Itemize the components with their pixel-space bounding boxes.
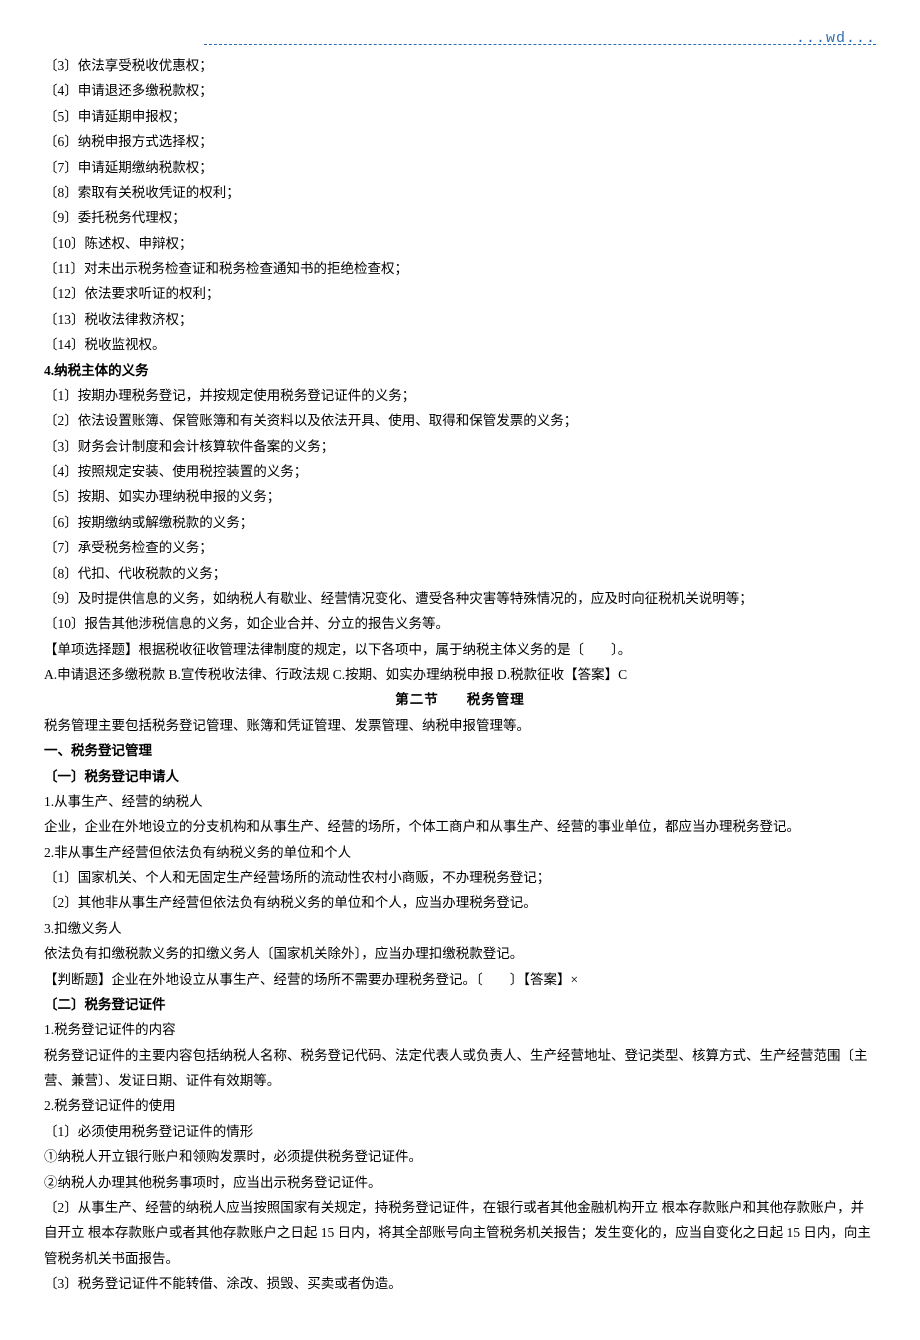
right-item-13: 〔13〕税收法律救济权； xyxy=(44,307,876,332)
cert-1-title: 1.税务登记证件的内容 xyxy=(44,1017,876,1042)
right-item-4: 〔4〕申请退还多缴税款权； xyxy=(44,78,876,103)
applicant-2-item-1: 〔1〕国家机关、个人和无固定生产经营场所的流动性农村小商贩，不办理税务登记； xyxy=(44,865,876,890)
cert-2-item-3: 〔3〕税务登记证件不能转借、涂改、损毁、买卖或者伪造。 xyxy=(44,1271,876,1296)
duty-item-5: 〔5〕按期、如实办理纳税申报的义务； xyxy=(44,484,876,509)
applicant-2-item-2: 〔2〕其他非从事生产经营但依法负有纳税义务的单位和个人，应当办理税务登记。 xyxy=(44,890,876,915)
heading-duties: 4.纳税主体的义务 xyxy=(44,358,876,383)
heading-1-2: 〔二〕税务登记证件 xyxy=(44,992,876,1017)
right-item-14: 〔14〕税收监视权。 xyxy=(44,332,876,357)
duty-item-10: 〔10〕报告其他涉税信息的义务，如企业合并、分立的报告义务等。 xyxy=(44,611,876,636)
section-2-title: 第二节 税务管理 xyxy=(44,687,876,712)
right-item-8: 〔8〕索取有关税收凭证的权利； xyxy=(44,180,876,205)
applicant-1-body: 企业，企业在外地设立的分支机构和从事生产、经营的场所，个体工商户和从事生产、经营… xyxy=(44,814,876,839)
duty-item-6: 〔6〕按期缴纳或解缴税款的义务； xyxy=(44,510,876,535)
header-watermark: ...wd... xyxy=(796,25,876,53)
cert-2-sub-1: ①纳税人开立银行账户和领购发票时，必须提供税务登记证件。 xyxy=(44,1144,876,1169)
duty-item-1: 〔1〕按期办理税务登记，并按规定使用税务登记证件的义务； xyxy=(44,383,876,408)
cert-2-title: 2.税务登记证件的使用 xyxy=(44,1093,876,1118)
duty-item-3: 〔3〕财务会计制度和会计核算软件备案的义务； xyxy=(44,434,876,459)
cert-2-sub-2: ②纳税人办理其他税务事项时，应当出示税务登记证件。 xyxy=(44,1170,876,1195)
right-item-11: 〔11〕对未出示税务检查证和税务检查通知书的拒绝检查权； xyxy=(44,256,876,281)
applicant-3-body: 依法负有扣缴税款义务的扣缴义务人〔国家机关除外〕，应当办理扣缴税款登记。 xyxy=(44,941,876,966)
applicant-2-title: 2.非从事生产经营但依法负有纳税义务的单位和个人 xyxy=(44,840,876,865)
cert-1-body: 税务登记证件的主要内容包括纳税人名称、税务登记代码、法定代表人或负责人、生产经营… xyxy=(44,1043,876,1094)
duty-item-4: 〔4〕按照规定安装、使用税控装置的义务； xyxy=(44,459,876,484)
right-item-12: 〔12〕依法要求听证的权利； xyxy=(44,281,876,306)
right-item-7: 〔7〕申请延期缴纳税款权； xyxy=(44,155,876,180)
cert-2-item-1: 〔1〕必须使用税务登记证件的情形 xyxy=(44,1119,876,1144)
heading-1-1: 〔一〕税务登记申请人 xyxy=(44,764,876,789)
tax-mgmt-intro: 税务管理主要包括税务登记管理、账簿和凭证管理、发票管理、纳税申报管理等。 xyxy=(44,713,876,738)
section-2-label: 第二节 xyxy=(395,692,439,707)
applicant-3-title: 3.扣缴义务人 xyxy=(44,916,876,941)
cert-2-item-2: 〔2〕从事生产、经营的纳税人应当按照国家有关规定，持税务登记证件，在银行或者其他… xyxy=(44,1195,876,1271)
right-item-6: 〔6〕纳税申报方式选择权； xyxy=(44,129,876,154)
header-divider: ...wd... xyxy=(204,44,876,45)
right-item-3: 〔3〕依法享受税收优惠权； xyxy=(44,53,876,78)
applicant-1-title: 1.从事生产、经营的纳税人 xyxy=(44,789,876,814)
judgment-question: 【判断题】企业在外地设立从事生产、经营的场所不需要办理税务登记。〔 〕【答案】× xyxy=(44,967,876,992)
right-item-10: 〔10〕陈述权、申辩权； xyxy=(44,231,876,256)
right-item-5: 〔5〕申请延期申报权； xyxy=(44,104,876,129)
section-2-name: 税务管理 xyxy=(467,692,525,707)
heading-1: 一、税务登记管理 xyxy=(44,738,876,763)
duty-item-7: 〔7〕承受税务检查的义务； xyxy=(44,535,876,560)
mcq-options-answer: A.申请退还多缴税款 B.宣传税收法律、行政法规 C.按期、如实办理纳税申报 D… xyxy=(44,662,876,687)
duty-item-8: 〔8〕代扣、代收税款的义务； xyxy=(44,561,876,586)
duty-item-2: 〔2〕依法设置账簿、保管账簿和有关资料以及依法开具、使用、取得和保管发票的义务； xyxy=(44,408,876,433)
mcq-question: 【单项选择题】根据税收征收管理法律制度的规定，以下各项中，属于纳税主体义务的是〔… xyxy=(44,637,876,662)
duty-item-9: 〔9〕及时提供信息的义务，如纳税人有歇业、经营情况变化、遭受各种灾害等特殊情况的… xyxy=(44,586,876,611)
right-item-9: 〔9〕委托税务代理权； xyxy=(44,205,876,230)
